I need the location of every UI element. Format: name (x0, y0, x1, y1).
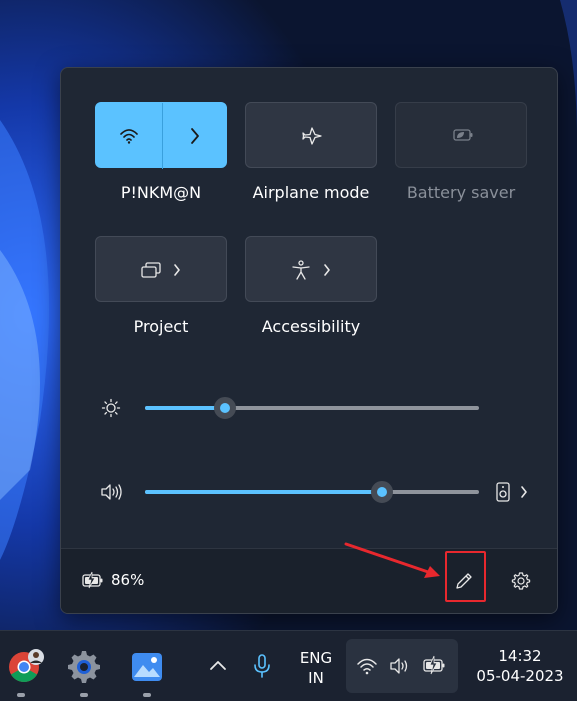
chrome-icon[interactable] (6, 647, 46, 687)
airplane-mode-label: Airplane mode (252, 183, 370, 202)
photos-running-indicator (143, 693, 151, 697)
annotation-arrow (344, 542, 440, 578)
project-chevron-icon (174, 264, 180, 276)
brightness-icon (101, 398, 121, 418)
chevron-up-icon[interactable] (208, 657, 228, 673)
battery-charging-icon[interactable] (81, 571, 105, 589)
clock[interactable]: 14:32 05-04-2023 (470, 646, 570, 686)
accessibility-chevron-icon (324, 264, 330, 276)
accessibility-label: Accessibility (261, 317, 361, 336)
tray-volume-icon (390, 658, 408, 674)
airplane-mode-button[interactable] (245, 102, 377, 168)
airplane-icon (302, 127, 322, 145)
speaker-device-icon[interactable] (495, 482, 511, 502)
project-button[interactable] (95, 236, 227, 302)
tray-battery-charging-icon (423, 655, 445, 675)
wifi-label: P!NKM@N (120, 183, 202, 202)
wifi-split-divider (162, 103, 163, 169)
wifi-toggle-button[interactable] (95, 102, 227, 169)
taskbar: ENG IN 14:32 05-04-2023 (0, 630, 577, 701)
microphone-icon[interactable] (252, 653, 272, 679)
clock-time: 14:32 (498, 647, 542, 665)
brightness-slider-thumb[interactable] (214, 397, 237, 419)
wifi-expand-chevron-icon[interactable] (189, 127, 201, 145)
volume-slider-fill (145, 490, 383, 494)
chrome-running-indicator (17, 693, 25, 697)
project-icon (141, 262, 161, 278)
battery-saver-icon (453, 129, 473, 141)
wifi-icon (120, 129, 138, 144)
volume-slider-thumb[interactable] (371, 481, 394, 503)
language-region: IN (308, 669, 324, 687)
system-tray-quick-settings[interactable] (346, 639, 458, 693)
tray-wifi-icon (357, 658, 377, 675)
quick-settings-panel: P!NKM@N Airplane mode Battery saver Proj… (60, 67, 558, 614)
accessibility-icon (292, 260, 310, 280)
accessibility-button[interactable] (245, 236, 377, 302)
clock-date: 05-04-2023 (476, 667, 564, 685)
settings-app-icon[interactable] (66, 649, 102, 685)
battery-saver-label: Battery saver (406, 183, 516, 202)
battery-percentage: 86% (111, 571, 145, 589)
settings-running-indicator (80, 693, 88, 697)
annotation-highlight-box (445, 551, 486, 602)
language-code: ENG (299, 649, 333, 667)
brightness-slider-fill (145, 406, 226, 410)
gear-icon[interactable] (511, 571, 531, 591)
project-label: Project (133, 317, 189, 336)
battery-saver-button[interactable] (395, 102, 527, 168)
volume-output-chevron-icon[interactable] (519, 485, 529, 499)
photos-icon[interactable] (130, 651, 164, 683)
speaker-icon (101, 484, 122, 500)
language-indicator[interactable]: ENG IN (294, 648, 338, 688)
